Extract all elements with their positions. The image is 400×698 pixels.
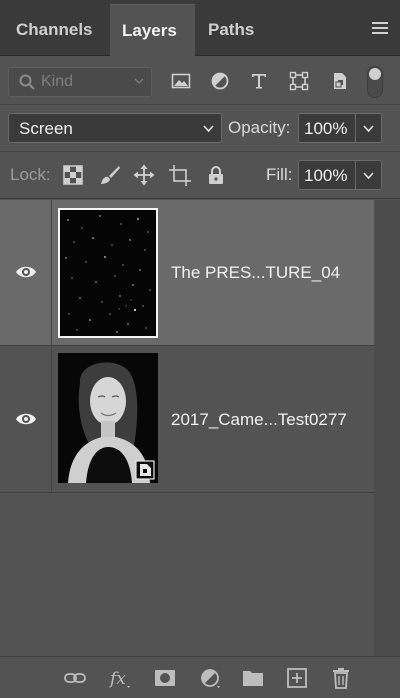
opacity-dropdown-button[interactable] — [356, 113, 382, 143]
search-icon — [19, 74, 35, 90]
visibility-cell[interactable] — [0, 200, 52, 345]
new-group-icon[interactable] — [242, 667, 264, 689]
panel-tab-bar: Channels Layers Paths — [0, 0, 400, 56]
chevron-down-icon — [363, 172, 374, 180]
layer-thumbnail[interactable] — [58, 353, 158, 483]
tab-layers[interactable]: Layers — [110, 4, 195, 56]
lock-transparent-pixels-icon[interactable] — [62, 164, 84, 186]
lock-artboard-icon[interactable] — [169, 164, 191, 186]
delete-layer-icon[interactable] — [330, 667, 352, 689]
lock-label: Lock: — [10, 165, 51, 184]
layers-bottom-toolbar: fx — [0, 656, 400, 698]
fill-value: 100% — [304, 166, 348, 185]
opacity-input[interactable]: 100% — [298, 113, 356, 143]
layer-row[interactable]: 2017_Came...Test0277 — [0, 347, 374, 493]
layer-filter-bar: Kind — [0, 57, 400, 105]
shape-filter-icon[interactable] — [289, 71, 309, 91]
layers-list: The PRES...TURE_04 2017_Came...Test0277 — [0, 200, 400, 656]
lock-position-icon[interactable] — [133, 164, 155, 186]
fx-icon[interactable]: fx — [109, 667, 131, 689]
filter-kind-label: Kind — [41, 73, 74, 90]
lock-options-row: Lock: Fill: 100% — [0, 153, 400, 199]
filter-toggle-knob — [369, 68, 381, 80]
fill-input[interactable]: 100% — [298, 160, 356, 190]
filter-toggle-switch[interactable] — [367, 66, 383, 98]
hamburger-icon[interactable] — [372, 22, 388, 34]
lock-all-icon[interactable] — [205, 164, 227, 186]
fill-dropdown-button[interactable] — [356, 160, 382, 190]
smart-object-filter-icon[interactable] — [330, 71, 350, 91]
eye-icon[interactable] — [15, 411, 37, 427]
blend-mode-value: Screen — [19, 119, 73, 138]
opacity-value: 100% — [304, 119, 348, 138]
layer-thumbnail[interactable] — [58, 208, 158, 338]
adjustment-layer-icon[interactable] — [199, 667, 221, 689]
tab-channels[interactable]: Channels — [4, 4, 110, 56]
fill-label: Fill: — [266, 165, 293, 184]
texture-thumbnail-image — [60, 210, 156, 336]
opacity-label: Opacity: — [228, 118, 291, 137]
svg-text:fx: fx — [109, 669, 126, 689]
image-filter-icon[interactable] — [171, 71, 191, 91]
layers-scrollbar-track[interactable] — [374, 200, 400, 656]
visibility-cell[interactable] — [0, 347, 52, 492]
filter-kind-select[interactable]: Kind — [8, 67, 152, 97]
tab-paths[interactable]: Paths — [196, 4, 276, 56]
lock-image-pixels-icon[interactable] — [99, 164, 121, 186]
type-filter-icon[interactable] — [249, 71, 269, 91]
chevron-down-icon — [134, 78, 144, 85]
adjustment-filter-icon[interactable] — [210, 71, 230, 91]
chevron-down-icon — [203, 125, 214, 133]
chevron-down-icon — [363, 125, 374, 133]
layer-name[interactable]: The PRES...TURE_04 — [171, 263, 340, 283]
link-layers-icon[interactable] — [64, 667, 86, 689]
blend-mode-select[interactable]: Screen — [8, 113, 222, 143]
add-mask-icon[interactable] — [154, 667, 176, 689]
blend-options-row: Screen Opacity: 100% — [0, 106, 400, 152]
portrait-thumbnail-image — [58, 353, 158, 483]
new-layer-icon[interactable] — [286, 667, 308, 689]
eye-icon[interactable] — [15, 264, 37, 280]
layer-row[interactable]: The PRES...TURE_04 — [0, 200, 374, 346]
layer-name[interactable]: 2017_Came...Test0277 — [171, 410, 347, 430]
